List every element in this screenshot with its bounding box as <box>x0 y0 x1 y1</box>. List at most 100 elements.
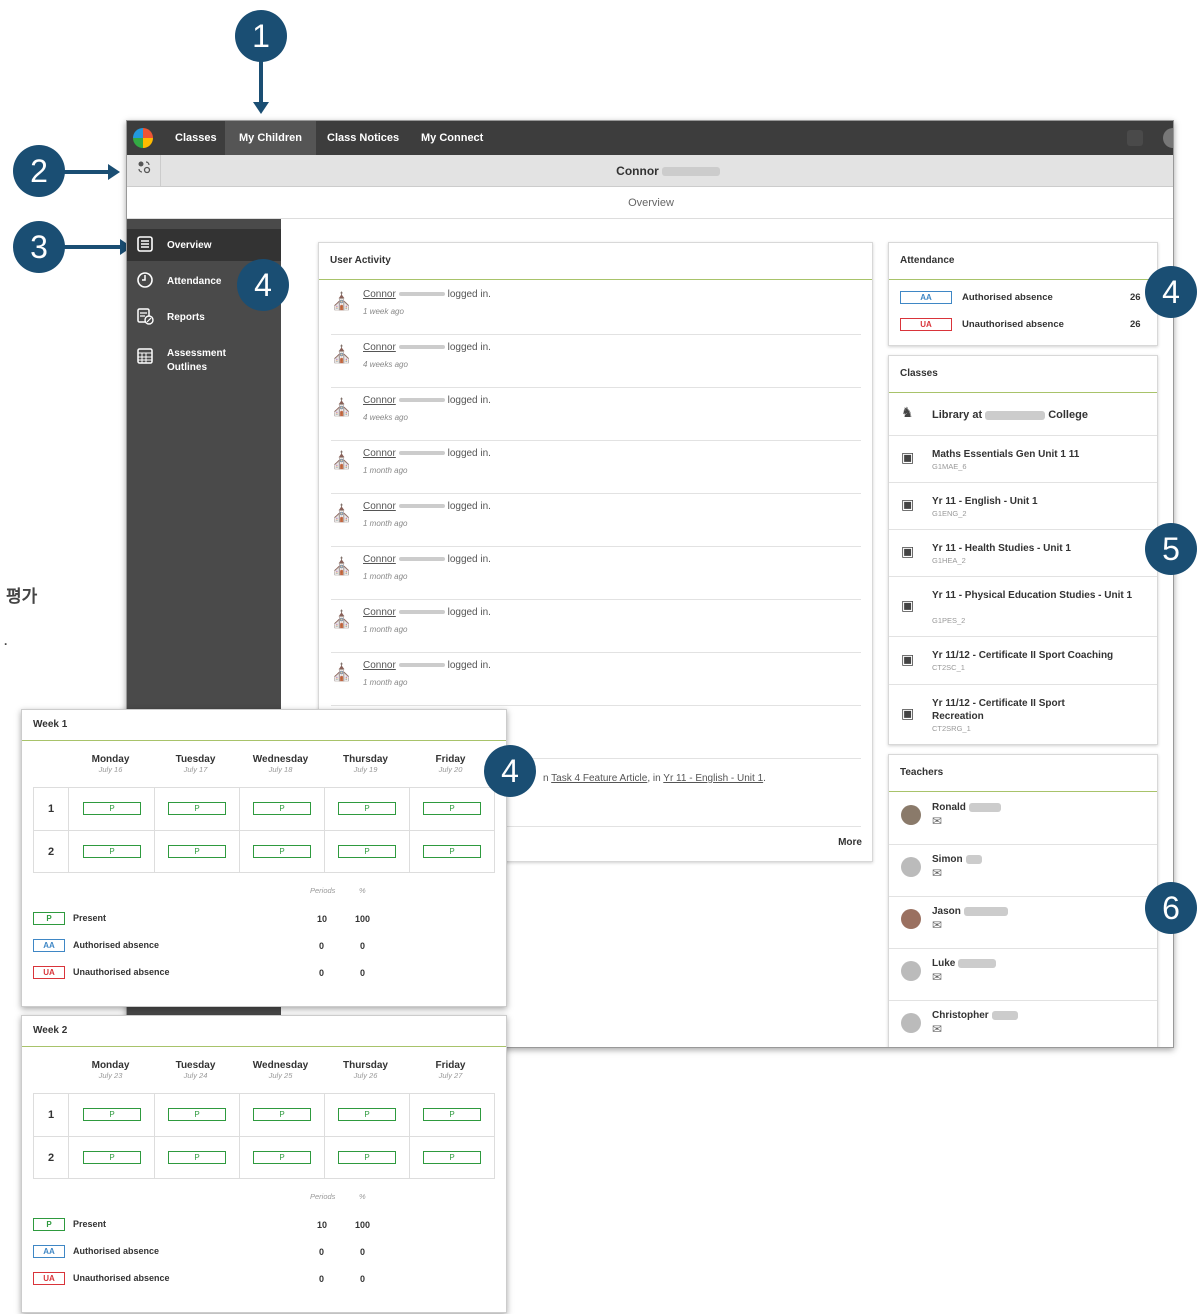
class-item[interactable]: ▣ Yr 11 - English - Unit 1 G1ENG_2 <box>889 483 1157 530</box>
day-header: Thursday July 26 <box>323 1060 408 1080</box>
class-item[interactable]: ▣ Yr 11 - Health Studies - Unit 1 G1HEA_… <box>889 530 1157 577</box>
activity-user-link[interactable]: Connor <box>363 448 396 459</box>
submission-class-link[interactable]: Yr 11 - English - Unit 1 <box>663 773 763 784</box>
present-mark[interactable]: P <box>423 1151 481 1164</box>
switch-child-icon[interactable] <box>127 155 161 187</box>
sidebar-item-label: Assessment Outlines <box>167 348 226 373</box>
present-mark[interactable]: P <box>423 802 481 815</box>
day-name: Thursday <box>342 754 388 765</box>
present-mark[interactable]: P <box>168 1108 226 1121</box>
present-mark[interactable]: P <box>423 1108 481 1121</box>
tab-classes[interactable]: Classes <box>161 121 231 155</box>
tab-my-connect[interactable]: My Connect <box>407 121 497 155</box>
present-mark[interactable]: P <box>253 1151 311 1164</box>
activity-user-link[interactable]: Connor <box>363 554 396 565</box>
redacted-surname <box>398 610 445 615</box>
present-mark[interactable]: P <box>83 1108 141 1121</box>
attendance-grid: 1 2 P P P P P P P P P P <box>33 787 495 873</box>
activity-user-link[interactable]: Connor <box>363 342 396 353</box>
mail-icon[interactable]: ✉ <box>932 1022 942 1036</box>
activity-user-link[interactable]: Connor <box>363 660 396 671</box>
class-group-icon: ▣ <box>901 449 915 465</box>
legend-pct: 0 <box>360 1274 366 1284</box>
activity-item: ⛪ Connor logged in. 4 weeks ago <box>331 388 861 441</box>
class-item[interactable]: ▣ Maths Essentials Gen Unit 1 11 G1MAE_6 <box>889 436 1157 483</box>
panel-title: User Activity <box>319 243 872 280</box>
teachers-panel: Teachers Ronald ✉ Simon ✉ Jason ✉ Luke ✉… <box>888 754 1158 1047</box>
class-item-library[interactable]: ♞ Library at College <box>889 394 1157 436</box>
class-title: Yr 11 - Physical Education Studies - Uni… <box>932 590 1133 601</box>
teacher-first-name: Simon <box>932 854 963 865</box>
activity-time: 1 week ago <box>363 307 404 316</box>
present-mark[interactable]: P <box>338 802 396 815</box>
day-header: Tuesday July 24 <box>153 1060 238 1080</box>
tab-my-children[interactable]: My Children <box>225 121 316 155</box>
day-date: July 20 <box>438 765 463 774</box>
activity-user-link[interactable]: Connor <box>363 607 396 618</box>
present-mark[interactable]: P <box>253 845 311 858</box>
activity-time: 1 month ago <box>363 466 408 475</box>
callout-badge: 6 <box>1145 882 1197 934</box>
tab-class-notices[interactable]: Class Notices <box>313 121 413 155</box>
day-date: July 24 <box>183 1071 208 1080</box>
more-link[interactable]: More <box>838 837 862 848</box>
activity-user-link[interactable]: Connor <box>363 501 396 512</box>
day-header: Wednesday July 25 <box>238 1060 323 1080</box>
ua-count: 26 <box>1130 319 1141 330</box>
class-item[interactable]: ▣ Yr 11/12 - Certificate II Sport Coachi… <box>889 637 1157 685</box>
present-mark[interactable]: P <box>338 1108 396 1121</box>
redacted-surname <box>398 504 445 509</box>
present-mark[interactable]: P <box>338 845 396 858</box>
notification-icon[interactable] <box>1127 130 1143 146</box>
teacher-avatar <box>901 805 921 825</box>
sidebar-item-overview[interactable]: Overview <box>127 229 281 261</box>
app-logo-icon[interactable] <box>133 128 153 148</box>
ua-badge: UA <box>900 318 952 331</box>
teacher-item[interactable]: Luke ✉ <box>889 949 1157 1001</box>
present-mark[interactable]: P <box>168 845 226 858</box>
mail-icon[interactable]: ✉ <box>932 866 942 880</box>
mail-icon[interactable]: ✉ <box>932 814 942 828</box>
present-mark[interactable]: P <box>423 845 481 858</box>
day-date: July 23 <box>98 1071 123 1080</box>
activity-user-link[interactable]: Connor <box>363 289 396 300</box>
sidebar-item-assessment-outlines[interactable]: Assessment Outlines <box>127 337 281 377</box>
activity-time: 4 weeks ago <box>363 360 408 369</box>
activity-time: 1 month ago <box>363 519 408 528</box>
present-mark[interactable]: P <box>253 1108 311 1121</box>
present-mark[interactable]: P <box>253 802 311 815</box>
panel-title: Classes <box>889 356 1157 393</box>
activity-item: ⛪ Connor logged in. 4 weeks ago <box>331 335 861 388</box>
present-mark[interactable]: P <box>83 802 141 815</box>
teacher-item[interactable]: Ronald ✉ <box>889 793 1157 845</box>
panel-title: Attendance <box>889 243 1157 280</box>
present-mark[interactable]: P <box>83 845 141 858</box>
home-icon: ⛪ <box>331 292 353 311</box>
teacher-item[interactable]: Simon ✉ <box>889 845 1157 897</box>
present-mark[interactable]: P <box>168 802 226 815</box>
present-mark[interactable]: P <box>168 1151 226 1164</box>
mail-icon[interactable]: ✉ <box>932 918 942 932</box>
home-icon: ⛪ <box>331 398 353 417</box>
activity-action: logged in. <box>447 289 491 300</box>
teacher-avatar <box>901 1013 921 1033</box>
activity-text: Connor logged in. <box>363 554 491 565</box>
legend-row-present: P Present <box>33 912 106 925</box>
class-item[interactable]: ▣ Yr 11/12 - Certificate II Sport Recrea… <box>889 685 1157 745</box>
class-title: Yr 11/12 - Certificate II Sport Recreati… <box>932 698 1065 722</box>
grid-divider <box>154 1094 155 1178</box>
present-mark[interactable]: P <box>338 1151 396 1164</box>
avatar[interactable] <box>1163 128 1173 148</box>
present-mark[interactable]: P <box>83 1151 141 1164</box>
submission-link[interactable]: Task 4 Feature Article <box>551 773 647 784</box>
day-header: Thursday July 19 <box>323 754 408 774</box>
teacher-item[interactable]: Jason ✉ <box>889 897 1157 949</box>
class-title: Yr 11 - English - Unit 1 <box>932 496 1038 507</box>
class-group-icon: ▣ <box>901 496 915 512</box>
class-item[interactable]: ▣ Yr 11 - Physical Education Studies - U… <box>889 577 1157 637</box>
callout-2-arrowhead <box>108 164 120 180</box>
sidebar-item-label: Overview <box>167 240 212 251</box>
mail-icon[interactable]: ✉ <box>932 970 942 984</box>
activity-user-link[interactable]: Connor <box>363 395 396 406</box>
teacher-item[interactable]: Christopher ✉ <box>889 1001 1157 1047</box>
